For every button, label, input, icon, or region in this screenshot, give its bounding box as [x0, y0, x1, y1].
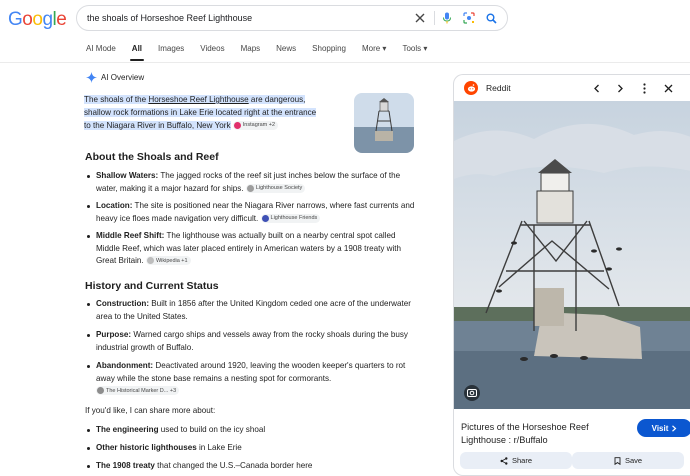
lead-text-1: The shoals of the: [84, 95, 149, 104]
header-divider: [0, 62, 690, 63]
wikipedia-icon: [146, 257, 154, 265]
tab-shopping[interactable]: Shopping: [312, 44, 346, 53]
instagram-icon: [233, 122, 241, 130]
bookmark-icon: [614, 456, 621, 465]
list-item: Purpose: Warned cargo ships and vessels …: [85, 329, 415, 354]
tab-images[interactable]: Images: [158, 44, 184, 53]
next-icon[interactable]: [613, 81, 627, 95]
section-about-heading: About the Shoals and Reef: [85, 151, 219, 163]
more-prompt: If you'd like, I can share more about:: [85, 406, 216, 415]
more-options-icon[interactable]: [637, 81, 651, 95]
list-item[interactable]: The engineering used to build on the icy…: [85, 424, 415, 437]
search-icon[interactable]: [481, 8, 501, 28]
source-chip-lighthouse-friends[interactable]: Lighthouse Friends: [260, 213, 321, 223]
list-item[interactable]: The 1908 treaty that changed the U.S.–Ca…: [85, 460, 415, 473]
logo-letter: e: [56, 9, 67, 30]
close-icon[interactable]: [661, 81, 675, 95]
lens-icon[interactable]: [459, 8, 479, 28]
list-item: Construction: Built in 1856 after the Un…: [85, 298, 415, 323]
tab-all[interactable]: All: [129, 44, 145, 61]
image-side-panel: Reddit Pictures of the Horseshoe Reef Li…: [453, 74, 690, 476]
logo-letter: o: [22, 9, 33, 30]
ai-overview-title: AI Overview: [101, 73, 145, 82]
overview-lead: The shoals of the Horseshoe Reef Lightho…: [84, 93, 320, 132]
lens-search-icon[interactable]: [465, 386, 479, 405]
logo-letter: g: [42, 9, 53, 30]
source-chip-lighthouse-society[interactable]: Lighthouse Society: [245, 183, 306, 193]
panel-source[interactable]: Reddit: [464, 81, 511, 95]
lighthouse-photo[interactable]: [454, 101, 690, 409]
tab-ai-mode[interactable]: AI Mode: [86, 44, 116, 53]
list-item: Abandonment: Deactivated around 1920, le…: [85, 360, 415, 398]
visit-button[interactable]: Visit: [637, 419, 690, 437]
clear-icon[interactable]: [410, 8, 430, 28]
list-item: Shallow Waters: The jagged rocks of the …: [85, 170, 415, 195]
search-box[interactable]: the shoals of Horseshoe Reef Lighthouse: [76, 5, 508, 31]
lead-text-2: are: [248, 95, 265, 104]
gemini-sparkle-icon: [86, 72, 97, 83]
share-button[interactable]: Share: [460, 452, 572, 469]
search-divider: [434, 11, 435, 25]
panel-title[interactable]: Pictures of the Horseshoe Reef Lighthous…: [461, 421, 621, 447]
source-chip-instagram[interactable]: Instagram +2: [232, 121, 279, 131]
section-history-heading: History and Current Status: [85, 280, 219, 292]
arrow-right-icon: [672, 424, 677, 432]
logo-letter: G: [8, 9, 23, 30]
ai-overview-header: AI Overview: [86, 72, 144, 83]
search-input[interactable]: the shoals of Horseshoe Reef Lighthouse: [87, 13, 410, 23]
source-chip-wikipedia[interactable]: Wikipedia +1: [145, 256, 191, 266]
save-button[interactable]: Save: [572, 452, 684, 469]
list-item[interactable]: Other historic lighthouses in Lake Erie: [85, 442, 415, 455]
tab-news[interactable]: News: [276, 44, 296, 53]
list-item: Middle Reef Shift: The lighthouse was ac…: [85, 230, 415, 268]
lighthouse-thumbnail[interactable]: [354, 93, 414, 153]
tab-videos[interactable]: Videos: [200, 44, 224, 53]
logo-letter: o: [32, 9, 43, 30]
historical-marker-icon: [97, 387, 104, 395]
prev-icon[interactable]: [589, 81, 603, 95]
lighthouse-society-icon: [246, 184, 254, 192]
list-item: Location: The site is positioned near th…: [85, 200, 415, 225]
source-chip-historical-marker[interactable]: The Historical Marker D... +3: [96, 386, 180, 396]
google-logo[interactable]: Google: [8, 9, 67, 31]
reddit-icon: [464, 81, 478, 95]
tab-maps[interactable]: Maps: [241, 44, 261, 53]
share-icon: [500, 456, 508, 465]
microphone-icon[interactable]: [437, 8, 457, 28]
tab-tools[interactable]: Tools ▾: [402, 44, 427, 53]
search-tabs: AI Mode All Images Videos Maps News Shop…: [86, 44, 443, 61]
panel-source-name: Reddit: [486, 83, 511, 93]
lighthouse-friends-icon: [261, 214, 269, 222]
lighthouse-link[interactable]: Horseshoe Reef Lighthouse: [148, 95, 248, 104]
tab-more[interactable]: More ▾: [362, 44, 386, 53]
